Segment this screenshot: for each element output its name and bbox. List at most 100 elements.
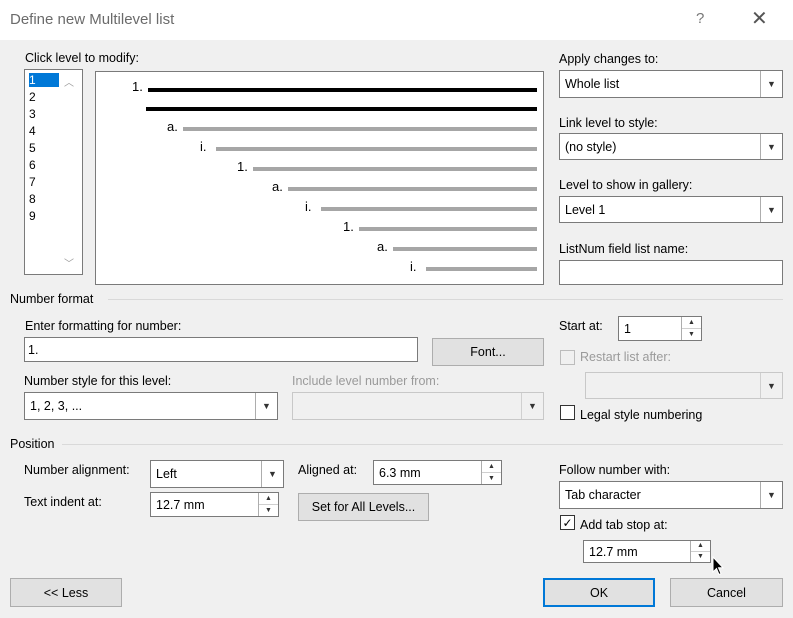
spin-up-icon[interactable]: ▲ (259, 493, 278, 505)
preview-number: a. (377, 239, 388, 254)
legal-style-checkbox[interactable] (560, 405, 575, 420)
list-preview: 1. a. i. 1. a. i. 1. a. i. (95, 71, 544, 285)
level-listbox[interactable]: 1 2 3 4 5 6 7 8 9 ︿ ﹀ (24, 69, 83, 275)
set-all-levels-button[interactable]: Set for All Levels... (298, 493, 429, 521)
chevron-down-icon[interactable]: ▼ (760, 71, 782, 97)
preview-number: i. (200, 139, 207, 154)
checkmark-icon: ✓ (562, 515, 573, 530)
apply-changes-select[interactable]: Whole list ▼ (559, 70, 783, 98)
spin-up-icon[interactable]: ▲ (691, 541, 710, 552)
window-title: Define new Multilevel list (10, 11, 175, 28)
chevron-down-icon[interactable]: ▼ (760, 373, 782, 398)
font-button[interactable]: Font... (432, 338, 544, 366)
spin-down-icon[interactable]: ▼ (682, 329, 701, 341)
level-item[interactable]: 9 (29, 209, 36, 223)
preview-line (393, 247, 537, 251)
scroll-down-icon[interactable]: ﹀ (64, 255, 74, 270)
level-item[interactable]: 5 (29, 141, 36, 155)
close-button[interactable]: ✕ (751, 6, 768, 31)
listnum-label: ListNum field list name: (559, 242, 689, 256)
spinner-buttons[interactable]: ▲ ▼ (258, 493, 278, 516)
spin-up-icon[interactable]: ▲ (682, 317, 701, 329)
add-tab-stop-checkbox[interactable]: ✓ (560, 515, 575, 530)
include-level-select[interactable]: ▼ (292, 392, 544, 420)
chevron-down-icon[interactable]: ▼ (261, 461, 283, 487)
preview-number: 1. (343, 219, 354, 234)
preview-line (216, 147, 537, 151)
level-item[interactable]: 2 (29, 90, 36, 104)
less-button[interactable]: << Less (10, 578, 122, 607)
apply-changes-label: Apply changes to: (559, 52, 659, 66)
format-value: 1. (28, 342, 39, 357)
preview-number: i. (410, 259, 417, 274)
tab-stop-value: 12.7 mm (589, 544, 638, 559)
preview-number: i. (305, 199, 312, 214)
help-button[interactable]: ? (696, 10, 704, 27)
aligned-at-spinner[interactable]: 6.3 mm ▲ ▼ (373, 460, 502, 485)
restart-list-select[interactable]: ▼ (585, 372, 783, 399)
apply-changes-value: Whole list (565, 77, 620, 91)
spinner-buttons[interactable]: ▲ ▼ (690, 541, 710, 562)
tab-stop-spinner[interactable]: 12.7 mm ▲ ▼ (583, 540, 711, 563)
chevron-down-icon[interactable]: ▼ (760, 197, 782, 222)
spin-up-icon[interactable]: ▲ (482, 461, 501, 473)
number-format-section: Number format (10, 292, 94, 306)
chevron-down-icon[interactable]: ▼ (760, 134, 782, 159)
mouse-cursor-icon (712, 556, 724, 576)
ok-button[interactable]: OK (543, 578, 655, 607)
text-indent-value: 12.7 mm (156, 497, 205, 512)
number-style-value: 1, 2, 3, ... (30, 399, 83, 413)
chevron-down-icon[interactable]: ▼ (255, 393, 277, 419)
position-section: Position (10, 437, 55, 451)
enter-format-label: Enter formatting for number: (25, 319, 182, 333)
cancel-button[interactable]: Cancel (670, 578, 783, 607)
gallery-level-select[interactable]: Level 1 ▼ (559, 196, 783, 223)
preview-line (148, 88, 537, 92)
level-item[interactable]: 3 (29, 107, 36, 121)
spinner-buttons[interactable]: ▲ ▼ (481, 461, 501, 484)
level-scrollbar[interactable]: ︿ ﹀ (59, 70, 82, 274)
preview-line (288, 187, 537, 191)
listnum-input[interactable] (559, 260, 783, 285)
level-item[interactable]: 1 (29, 73, 59, 87)
level-item[interactable]: 7 (29, 175, 36, 189)
section-divider (62, 444, 783, 445)
levels-label: Click level to modify: (25, 51, 139, 65)
spin-down-icon[interactable]: ▼ (691, 552, 710, 563)
level-item[interactable]: 4 (29, 124, 36, 138)
link-level-select[interactable]: (no style) ▼ (559, 133, 783, 160)
gallery-level-value: Level 1 (565, 202, 606, 217)
preview-line (321, 207, 537, 211)
preview-line (359, 227, 537, 231)
level-item[interactable]: 6 (29, 158, 36, 172)
format-input[interactable]: 1. (24, 337, 418, 362)
spin-down-icon[interactable]: ▼ (259, 505, 278, 517)
preview-line (253, 167, 537, 171)
chevron-down-icon[interactable]: ▼ (760, 482, 782, 508)
start-at-spinner[interactable]: 1 ▲ ▼ (618, 316, 702, 341)
start-at-label: Start at: (559, 319, 603, 333)
start-at-value: 1 (624, 321, 631, 336)
aligned-at-value: 6.3 mm (379, 465, 421, 480)
preview-line (183, 127, 537, 131)
follow-number-select[interactable]: Tab character ▼ (559, 481, 783, 509)
preview-line (146, 107, 537, 111)
text-indent-spinner[interactable]: 12.7 mm ▲ ▼ (150, 492, 279, 517)
gallery-level-label: Level to show in gallery: (559, 178, 693, 192)
spinner-buttons[interactable]: ▲ ▼ (681, 317, 701, 340)
follow-number-value: Tab character (565, 488, 641, 502)
preview-number: 1. (237, 159, 248, 174)
alignment-select[interactable]: Left ▼ (150, 460, 284, 488)
scroll-up-icon[interactable]: ︿ (64, 74, 74, 89)
spin-down-icon[interactable]: ▼ (482, 473, 501, 485)
chevron-down-icon[interactable]: ▼ (521, 393, 543, 419)
follow-number-label: Follow number with: (559, 463, 671, 477)
preview-number: 1. (132, 79, 143, 94)
add-tab-stop-label: Add tab stop at: (580, 518, 668, 532)
preview-number: a. (272, 179, 283, 194)
number-style-select[interactable]: 1, 2, 3, ... ▼ (24, 392, 278, 420)
level-item[interactable]: 8 (29, 192, 36, 206)
alignment-label: Number alignment: (24, 463, 130, 477)
link-level-label: Link level to style: (559, 116, 658, 130)
restart-list-checkbox[interactable] (560, 350, 575, 365)
